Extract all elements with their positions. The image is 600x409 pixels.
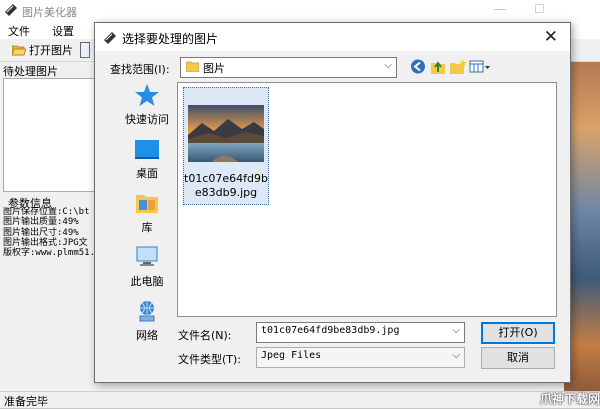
chevron-down-icon: ⌵ — [452, 350, 460, 361]
file-type-value: Jpeg Files — [261, 350, 322, 361]
pending-list-header: 待处理图片 — [3, 65, 58, 78]
back-icon[interactable] — [409, 58, 427, 75]
place-quick-access[interactable]: 快速访问 — [110, 83, 184, 133]
library-icon — [136, 195, 158, 213]
dialog-titlebar: 选择要处理的图片 ✕ — [95, 23, 570, 51]
close-icon[interactable]: ✕ — [544, 27, 558, 47]
open-image-label: 打开图片 — [29, 44, 73, 57]
cancel-button[interactable]: 取消 — [481, 347, 555, 369]
chevron-down-icon[interactable]: ⌵ — [452, 325, 460, 336]
watermark: 爪神下载网 — [540, 392, 600, 406]
up-folder-icon[interactable] — [429, 58, 447, 75]
open-file-dialog: 选择要处理的图片 ✕ 查找范围(I): 图片 ⌵ 快速访问 桌面 库 此电脑 网… — [94, 22, 571, 383]
file-type-label: 文件类型(T): — [178, 353, 242, 366]
new-folder-icon[interactable] — [449, 58, 467, 75]
image-thumbnail — [188, 105, 264, 162]
statusbar: 准备完毕 — [0, 391, 600, 408]
look-in-dropdown[interactable]: 图片 ⌵ — [180, 57, 397, 78]
app-titlebar: 图片美化器 — ☐ — [0, 0, 600, 22]
place-label: 桌面 — [136, 167, 158, 180]
folder-icon — [186, 61, 199, 72]
param-line: 图片输出格式:JPG文 — [3, 237, 88, 248]
app-title: 图片美化器 — [22, 6, 77, 19]
params-info: 图片保存位置:C:\bt 图片输出质量:49% 图片输出尺寸:49% 图片输出格… — [3, 207, 95, 273]
open-image-button[interactable]: 打开图片 — [12, 41, 73, 59]
app-logo-icon — [5, 4, 17, 16]
param-line: 图片输出质量:49% — [3, 217, 79, 228]
desktop-icon — [135, 140, 159, 159]
param-line: 版权字:www.plmm51. — [3, 248, 95, 259]
menu-file[interactable]: 文件 — [8, 23, 30, 39]
open-button[interactable]: 打开(O) — [481, 322, 555, 344]
place-label: 此电脑 — [130, 275, 164, 288]
file-type-dropdown[interactable]: Jpeg Files ⌵ — [256, 347, 465, 368]
app-logo-icon — [104, 32, 116, 44]
dialog-title: 选择要处理的图片 — [122, 32, 219, 46]
file-name-label: 文件名(N): — [178, 329, 232, 342]
menu-settings[interactable]: 设置 — [52, 23, 74, 39]
toolbar-extra-icon[interactable] — [80, 42, 90, 58]
param-line: 图片输出尺寸:49% — [3, 227, 79, 238]
place-label: 网络 — [136, 329, 158, 342]
minimize-button[interactable]: — — [494, 2, 506, 16]
pending-image-list[interactable] — [3, 78, 97, 192]
network-icon — [139, 301, 155, 322]
file-name-input[interactable]: t01c07e64fd9be83db9.jpg ⌵ — [256, 322, 465, 343]
place-network[interactable]: 网络 — [110, 299, 184, 349]
look-in-value: 图片 — [203, 62, 225, 75]
file-name: t01c07e64fd9be83db9.jpg — [184, 172, 268, 199]
view-menu-icon[interactable] — [469, 58, 491, 75]
open-folder-icon — [12, 45, 26, 56]
file-name-value: t01c07e64fd9be83db9.jpg — [261, 325, 400, 336]
param-line: 图片保存位置:C:\bt — [3, 207, 90, 217]
chevron-down-icon: ⌵ — [384, 60, 392, 71]
place-this-pc[interactable]: 此电脑 — [110, 245, 184, 295]
place-label: 库 — [141, 221, 153, 234]
place-desktop[interactable]: 桌面 — [110, 137, 184, 187]
place-label: 快速访问 — [125, 113, 169, 126]
place-libraries[interactable]: 库 — [110, 191, 184, 241]
file-item[interactable]: t01c07e64fd9be83db9.jpg — [183, 87, 269, 205]
file-list[interactable]: t01c07e64fd9be83db9.jpg — [177, 82, 557, 317]
computer-icon — [136, 246, 158, 266]
maximize-button[interactable]: ☐ — [534, 2, 545, 16]
star-icon — [135, 84, 159, 106]
look-in-label: 查找范围(I): — [110, 63, 170, 76]
places-bar: 快速访问 桌面 库 此电脑 网络 — [110, 83, 184, 342]
